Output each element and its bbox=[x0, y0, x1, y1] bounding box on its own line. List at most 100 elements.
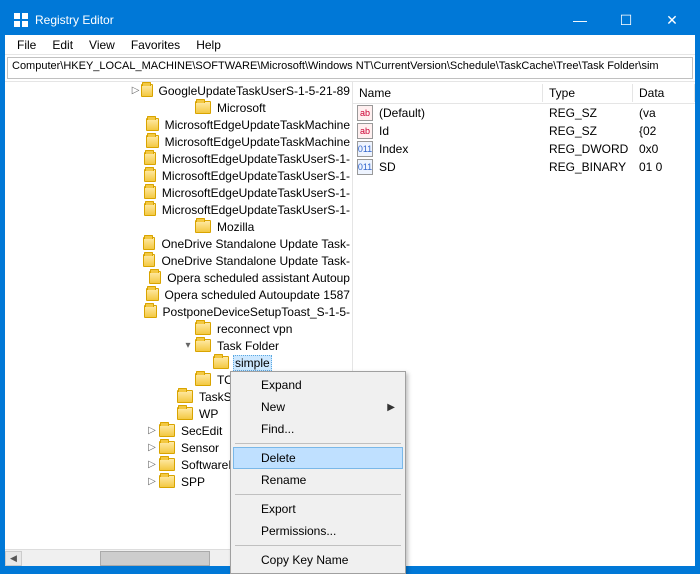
folder-icon bbox=[177, 407, 193, 420]
tree-label[interactable]: Task Folder bbox=[215, 339, 281, 353]
folder-icon bbox=[144, 186, 156, 199]
ctx-label: Permissions... bbox=[261, 524, 336, 538]
ctx-expand[interactable]: Expand bbox=[233, 374, 403, 396]
tree-label[interactable]: Opera scheduled Autoupdate 1587 bbox=[163, 288, 352, 302]
expand-icon[interactable]: ▷ bbox=[145, 442, 159, 453]
value-row[interactable]: 011SDREG_BINARY01 0 bbox=[353, 158, 695, 176]
value-type: REG_BINARY bbox=[543, 160, 633, 174]
ctx-rename[interactable]: Rename bbox=[233, 469, 403, 491]
folder-icon bbox=[141, 84, 153, 97]
tree-label[interactable]: OneDrive Standalone Update Task- bbox=[159, 254, 352, 268]
tree-node[interactable]: MicrosoftEdgeUpdateTaskMachine bbox=[5, 116, 352, 133]
tree-label[interactable]: PostponeDeviceSetupToast_S-1-5- bbox=[161, 305, 352, 319]
col-name[interactable]: Name bbox=[353, 84, 543, 102]
tree-node[interactable]: MicrosoftEdgeUpdateTaskUserS-1- bbox=[5, 184, 352, 201]
minimize-button[interactable]: — bbox=[557, 5, 603, 35]
tree-label[interactable]: Opera scheduled assistant Autoup bbox=[165, 271, 352, 285]
folder-icon bbox=[144, 152, 156, 165]
menu-edit[interactable]: Edit bbox=[44, 36, 81, 54]
ctx-delete[interactable]: Delete bbox=[233, 447, 403, 469]
expand-icon[interactable]: ▷ bbox=[145, 459, 159, 470]
tree-label[interactable]: simple bbox=[233, 355, 272, 371]
maximize-button[interactable]: ☐ bbox=[603, 5, 649, 35]
tree-label[interactable]: GoogleUpdateTaskUserS-1-5-21-89 bbox=[157, 84, 352, 98]
tree-node[interactable]: PostponeDeviceSetupToast_S-1-5- bbox=[5, 303, 352, 320]
value-name: SD bbox=[377, 160, 543, 174]
tree-node[interactable]: OneDrive Standalone Update Task- bbox=[5, 235, 352, 252]
tree-node[interactable]: MicrosoftEdgeUpdateTaskMachine bbox=[5, 133, 352, 150]
tree-label[interactable]: MicrosoftEdgeUpdateTaskMachine bbox=[163, 135, 352, 149]
close-button[interactable]: ✕ bbox=[649, 5, 695, 35]
ctx-label: Copy Key Name bbox=[261, 553, 348, 567]
tree-node[interactable]: reconnect vpn bbox=[5, 320, 352, 337]
ctx-find-[interactable]: Find... bbox=[233, 418, 403, 440]
tree-label[interactable]: SecEdit bbox=[179, 424, 224, 438]
value-row[interactable]: abIdREG_SZ{02 bbox=[353, 122, 695, 140]
tree-node[interactable]: MicrosoftEdgeUpdateTaskUserS-1- bbox=[5, 201, 352, 218]
menu-file[interactable]: File bbox=[9, 36, 44, 54]
folder-icon bbox=[213, 356, 229, 369]
tree-label[interactable]: Microsoft bbox=[215, 101, 268, 115]
tree-node[interactable]: Opera scheduled Autoupdate 1587 bbox=[5, 286, 352, 303]
tree-label[interactable]: WP bbox=[197, 407, 220, 421]
value-name: (Default) bbox=[377, 106, 543, 120]
tree-node[interactable]: Microsoft bbox=[5, 99, 352, 116]
titlebar[interactable]: Registry Editor — ☐ ✕ bbox=[5, 5, 695, 35]
scroll-left-icon[interactable]: ◀ bbox=[5, 551, 22, 566]
folder-icon bbox=[146, 118, 158, 131]
scroll-thumb[interactable] bbox=[100, 551, 210, 566]
value-type: REG_SZ bbox=[543, 124, 633, 138]
folder-icon bbox=[144, 169, 156, 182]
folder-icon bbox=[159, 441, 175, 454]
value-type: REG_DWORD bbox=[543, 142, 633, 156]
tree-label[interactable]: reconnect vpn bbox=[215, 322, 294, 336]
folder-icon bbox=[144, 305, 156, 318]
col-data[interactable]: Data bbox=[633, 84, 695, 102]
tree-label[interactable]: MicrosoftEdgeUpdateTaskMachine bbox=[163, 118, 352, 132]
expand-icon[interactable]: ▷ bbox=[145, 476, 159, 487]
tree-node[interactable]: Opera scheduled assistant Autoup bbox=[5, 269, 352, 286]
menu-favorites[interactable]: Favorites bbox=[123, 36, 188, 54]
folder-icon bbox=[159, 424, 175, 437]
expand-icon[interactable]: ▷ bbox=[131, 85, 141, 96]
menubar: File Edit View Favorites Help bbox=[5, 35, 695, 55]
ctx-new[interactable]: New▶ bbox=[233, 396, 403, 418]
value-name: Index bbox=[377, 142, 543, 156]
expand-icon[interactable]: ▷ bbox=[145, 425, 159, 436]
ctx-label: Expand bbox=[261, 378, 302, 392]
string-icon: ab bbox=[357, 123, 373, 139]
list-header[interactable]: Name Type Data bbox=[353, 82, 695, 104]
col-type[interactable]: Type bbox=[543, 84, 633, 102]
tree-label[interactable]: MicrosoftEdgeUpdateTaskUserS-1- bbox=[160, 186, 352, 200]
ctx-label: New bbox=[261, 400, 285, 414]
value-row[interactable]: 011IndexREG_DWORD0x0 bbox=[353, 140, 695, 158]
tree-node[interactable]: ▷ GoogleUpdateTaskUserS-1-5-21-89 bbox=[5, 82, 352, 99]
tree-node[interactable]: MicrosoftEdgeUpdateTaskUserS-1- bbox=[5, 150, 352, 167]
menu-view[interactable]: View bbox=[81, 36, 123, 54]
address-bar[interactable]: Computer\HKEY_LOCAL_MACHINE\SOFTWARE\Mic… bbox=[7, 57, 693, 79]
tree-label[interactable]: Sensor bbox=[179, 441, 221, 455]
tree-node[interactable]: simple bbox=[5, 354, 352, 371]
tree-label[interactable]: OneDrive Standalone Update Task- bbox=[159, 237, 352, 251]
tree-label[interactable]: SPP bbox=[179, 475, 207, 489]
expand-icon[interactable]: ▾ bbox=[181, 340, 195, 351]
folder-icon bbox=[195, 322, 211, 335]
tree-label[interactable]: Mozilla bbox=[215, 220, 256, 234]
tree-label[interactable]: MicrosoftEdgeUpdateTaskUserS-1- bbox=[160, 152, 352, 166]
tree-node[interactable]: OneDrive Standalone Update Task- bbox=[5, 252, 352, 269]
tree-label[interactable]: MicrosoftEdgeUpdateTaskUserS-1- bbox=[160, 169, 352, 183]
ctx-copy-key-name[interactable]: Copy Key Name bbox=[233, 549, 403, 571]
string-icon: ab bbox=[357, 105, 373, 121]
tree-node[interactable]: MicrosoftEdgeUpdateTaskUserS-1- bbox=[5, 167, 352, 184]
value-row[interactable]: ab(Default)REG_SZ(va bbox=[353, 104, 695, 122]
ctx-export[interactable]: Export bbox=[233, 498, 403, 520]
regedit-icon bbox=[13, 12, 29, 28]
folder-icon bbox=[177, 390, 193, 403]
tree-node[interactable]: ▾ Task Folder bbox=[5, 337, 352, 354]
folder-icon bbox=[143, 237, 155, 250]
tree-node[interactable]: Mozilla bbox=[5, 218, 352, 235]
ctx-permissions-[interactable]: Permissions... bbox=[233, 520, 403, 542]
folder-icon bbox=[146, 135, 158, 148]
tree-label[interactable]: MicrosoftEdgeUpdateTaskUserS-1- bbox=[160, 203, 352, 217]
menu-help[interactable]: Help bbox=[188, 36, 229, 54]
